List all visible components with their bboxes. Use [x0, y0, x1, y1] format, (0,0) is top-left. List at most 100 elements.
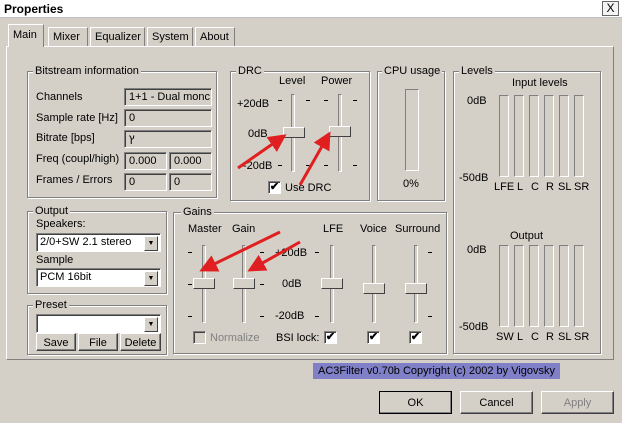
errors-value: 0 [169, 173, 212, 191]
gains-tick [260, 252, 264, 253]
bitrate-label: Bitrate [bps] [36, 132, 95, 144]
output-channel-label: SW [496, 331, 514, 343]
copyright-text: AC3Filter v0.70b Copyright (c) 2002 by V… [313, 363, 561, 379]
input-channel-label: LFE [494, 181, 515, 193]
channels-value: 1+1 - Dual monc [124, 88, 212, 106]
sample-value: PCM 16bit [40, 271, 92, 283]
freq-high-value: 0.000 [169, 152, 212, 170]
input-level-bar [499, 95, 509, 177]
drc-tick [306, 100, 310, 101]
sample-select[interactable]: PCM 16bit ▼ [36, 268, 161, 287]
output-level-bar [514, 245, 524, 327]
apply-button[interactable]: Apply [541, 391, 614, 414]
use-drc-label: Use DRC [285, 182, 332, 194]
output-levels-title: Output [510, 230, 544, 242]
levels-title: Levels [459, 65, 495, 77]
window-title: Properties [4, 2, 64, 16]
preset-title: Preset [33, 299, 69, 311]
frames-value: 0 [124, 173, 167, 191]
gains-scale-mid: 0dB [282, 278, 302, 290]
speakers-value: 2/0+SW 2.1 stereo [40, 236, 132, 248]
tab-main[interactable]: Main [8, 24, 44, 47]
output-level-bottom: -50dB [459, 321, 489, 333]
surround-slider[interactable] [405, 283, 427, 294]
normalize-label: Normalize [210, 332, 260, 344]
preset-save-button[interactable]: Save [36, 333, 76, 351]
drc-tick [353, 100, 357, 101]
output-channel-label: SL [558, 331, 572, 343]
input-channel-label: C [531, 181, 539, 193]
drc-scale-bottom: -20dB [243, 160, 273, 172]
cpu-usage-value: 0% [403, 178, 419, 190]
bsi-lock-surround-checkbox[interactable]: ✔ [409, 331, 422, 344]
voice-label: Voice [360, 223, 387, 235]
freq-label: Freq (coupl/high) [36, 153, 120, 165]
gains-scale-top: +20dB [275, 247, 308, 259]
gains-tick [428, 316, 432, 317]
preset-delete-button[interactable]: Delete [120, 333, 161, 351]
input-level-bar [514, 95, 524, 177]
gains-tick [260, 316, 264, 317]
cpu-usage-bar [405, 89, 419, 171]
output-level-bar [559, 245, 569, 327]
cancel-button[interactable]: Cancel [460, 391, 533, 414]
preset-select[interactable]: ▼ [36, 314, 161, 333]
drc-level-slider[interactable] [283, 127, 305, 138]
freq-coupl-value: 0.000 [124, 152, 167, 170]
gain-slider[interactable] [233, 278, 255, 289]
input-levels-title: Input levels [512, 77, 568, 89]
title-bar: Properties X [0, 0, 622, 18]
speakers-label: Speakers: [36, 218, 86, 230]
output-level-bar [529, 245, 539, 327]
drc-tick [278, 165, 282, 166]
close-icon[interactable]: X [602, 1, 619, 16]
output-channel-label: SR [574, 331, 590, 343]
gains-tick [428, 252, 432, 253]
bsi-lock-label: BSI lock: [276, 332, 320, 344]
output-level-bar [544, 245, 554, 327]
chevron-down-icon: ▼ [144, 317, 158, 332]
bsi-lock-voice-checkbox[interactable]: ✔ [367, 331, 380, 344]
gains-title: Gains [181, 206, 214, 218]
drc-scale-mid: 0dB [248, 128, 268, 140]
input-channel-label: SR [574, 181, 590, 193]
input-level-bar [529, 95, 539, 177]
lfe-slider[interactable] [321, 278, 343, 289]
samplerate-label: Sample rate [Hz] [36, 112, 118, 124]
preset-file-button[interactable]: File [78, 333, 118, 351]
gains-tick [260, 284, 264, 285]
input-level-bar [544, 95, 554, 177]
input-channel-label: R [546, 181, 554, 193]
tab-equalizer[interactable]: Equalizer [90, 27, 145, 46]
samplerate-value: 0 [124, 109, 212, 127]
bitrate-value: ץ [124, 130, 212, 148]
ok-button[interactable]: OK [379, 391, 452, 414]
drc-title: DRC [236, 65, 264, 77]
output-level-bar [499, 245, 509, 327]
drc-tick [324, 165, 328, 166]
tab-system[interactable]: System [147, 27, 193, 46]
voice-slider[interactable] [363, 283, 385, 294]
chevron-down-icon: ▼ [144, 271, 158, 286]
gains-tick [188, 284, 192, 285]
master-label: Master [188, 223, 222, 235]
output-title: Output [33, 205, 71, 217]
bsi-lock-lfe-checkbox[interactable]: ✔ [324, 331, 337, 344]
drc-tick [353, 165, 357, 166]
tab-about[interactable]: About [195, 27, 235, 46]
sample-label: Sample [36, 254, 74, 266]
cpu-title: CPU usage [382, 65, 443, 77]
lfe-label: LFE [323, 223, 344, 235]
bitstream-title: Bitstream information [33, 65, 141, 77]
gains-tick [188, 252, 192, 253]
output-channel-label: C [531, 331, 539, 343]
use-drc-checkbox[interactable]: ✔ [268, 181, 281, 194]
frames-label: Frames / Errors [36, 174, 113, 186]
normalize-checkbox[interactable] [193, 331, 206, 344]
master-slider[interactable] [193, 278, 215, 289]
input-level-bottom: -50dB [459, 172, 489, 184]
drc-power-slider[interactable] [329, 126, 351, 137]
drc-power-label: Power [321, 75, 353, 87]
speakers-select[interactable]: 2/0+SW 2.1 stereo ▼ [36, 233, 161, 252]
tab-mixer[interactable]: Mixer [48, 27, 88, 46]
